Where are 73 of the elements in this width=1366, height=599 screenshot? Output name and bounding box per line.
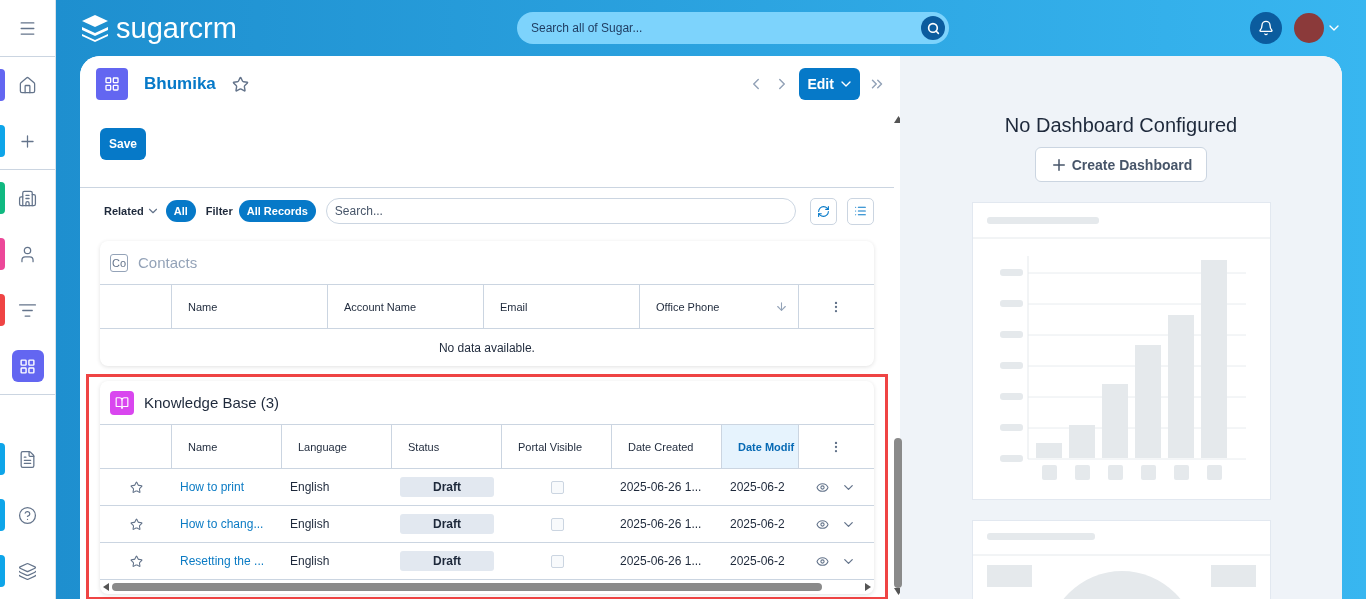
column-header[interactable]: Email [484, 285, 640, 328]
book-icon [110, 390, 134, 415]
search-icon[interactable] [921, 16, 945, 40]
subpanel-title: Knowledge Base (3) [144, 394, 280, 411]
bell-icon[interactable] [1250, 12, 1282, 44]
scrollbar-thumb[interactable] [894, 438, 903, 588]
column-header[interactable]: Office Phone [640, 285, 799, 328]
home-icon [18, 75, 37, 95]
document-icon [18, 449, 37, 469]
edit-button[interactable]: Edit [799, 68, 860, 100]
column-header[interactable]: Name [172, 425, 282, 468]
status-badge: Draft [400, 477, 494, 497]
related-dropdown[interactable]: Related [104, 204, 160, 218]
filter-label: Filter [205, 205, 233, 217]
column-header[interactable]: Account Name [328, 285, 484, 328]
empty-message: No data available. [437, 339, 536, 357]
scrollbar-thumb[interactable] [112, 583, 822, 591]
sort-arrow-icon[interactable] [775, 300, 788, 313]
table-cell: English [290, 480, 330, 494]
person-icon [18, 244, 37, 264]
layers-icon [18, 561, 37, 581]
global-search-field[interactable]: Search all of Sugar... [517, 12, 949, 44]
table-cell: 2025-06-26 1... [620, 480, 702, 494]
list-icon [853, 204, 867, 218]
status-badge: Draft [400, 551, 494, 571]
search-field[interactable]: Search... [325, 198, 796, 224]
record-link[interactable]: How to print [180, 480, 245, 494]
column-header[interactable]: Name [172, 285, 328, 328]
table-cell: 2025-06-26 1... [620, 554, 702, 568]
save-button[interactable]: Save [100, 128, 147, 160]
dashboard-title: No Dashboard Configured [1004, 114, 1238, 137]
checkbox[interactable] [550, 480, 564, 494]
star-icon[interactable] [231, 75, 249, 93]
scroll-left-icon[interactable] [102, 583, 110, 591]
scroll-right-icon[interactable] [863, 583, 872, 591]
refresh-button[interactable] [809, 197, 837, 225]
logo-icon [80, 14, 110, 42]
record-link[interactable]: How to chang... [180, 517, 264, 531]
eye-icon[interactable] [816, 554, 830, 568]
module-icon: Co [110, 253, 128, 272]
logo-text: sugarcrm [116, 11, 237, 45]
building-icon [18, 188, 37, 208]
help-icon [18, 505, 37, 525]
table-cell: English [290, 554, 330, 568]
table-cell: 2025-06-26 1... [620, 517, 702, 531]
grid-icon [19, 357, 36, 375]
refresh-icon [816, 204, 830, 218]
table-cell: 2025-06-2 [730, 554, 785, 568]
star-icon[interactable] [129, 554, 143, 568]
table-cell: English [290, 517, 330, 531]
column-header[interactable]: Status [392, 425, 502, 468]
record-link[interactable]: Resetting the ... [180, 554, 265, 568]
checkbox[interactable] [550, 554, 564, 568]
status-badge: Draft [400, 514, 494, 534]
eye-icon[interactable] [816, 480, 830, 494]
search-input[interactable]: Search all of Sugar... [529, 20, 921, 36]
checkbox[interactable] [550, 517, 564, 531]
eye-icon[interactable] [816, 517, 830, 531]
subpanel-title: Contacts [138, 254, 198, 271]
create-dashboard-button[interactable]: Create Dashboard [1034, 147, 1208, 182]
filter-button[interactable]: All Records [238, 200, 316, 222]
list-button[interactable] [846, 197, 874, 225]
table-cell: 2025-06-2 [730, 517, 785, 531]
column-header[interactable]: Language [282, 425, 392, 468]
avatar[interactable] [1294, 13, 1324, 43]
related-value-button[interactable]: All [165, 200, 196, 222]
module-icon [96, 68, 128, 100]
table-cell: 2025-06-2 [730, 480, 785, 494]
star-icon[interactable] [129, 480, 143, 494]
column-header[interactable]: Portal Visible [502, 425, 612, 468]
record-name: Bhumika [144, 74, 216, 94]
column-header[interactable]: Date Modif [722, 425, 799, 468]
star-icon[interactable] [129, 517, 143, 531]
